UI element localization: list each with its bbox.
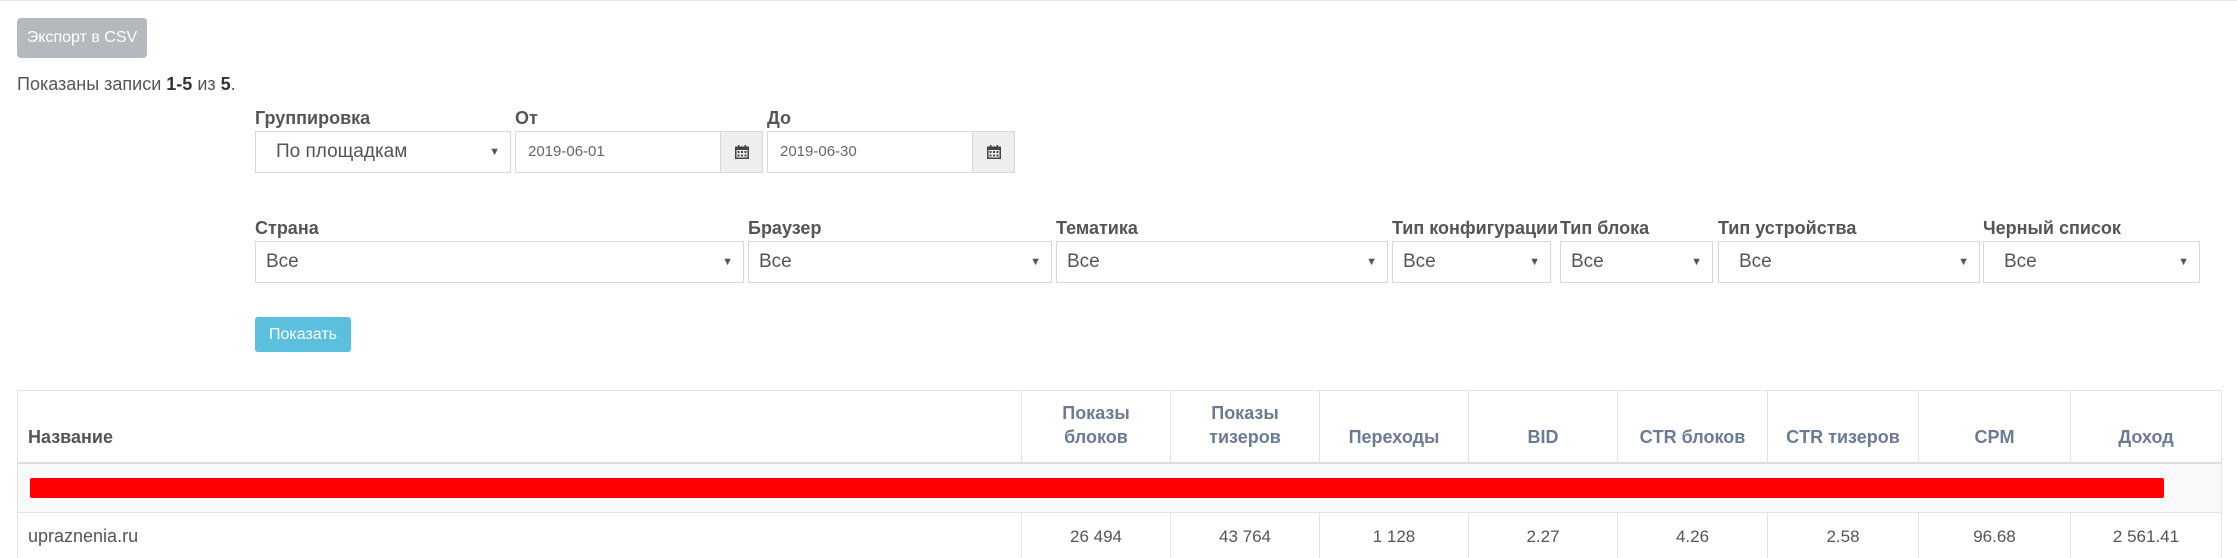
redaction-bar <box>30 477 2164 498</box>
topic-label: Тематика <box>1056 218 1138 238</box>
browser-select[interactable]: Все ▼ <box>748 241 1052 283</box>
report-table: Название Показы блоков Показы тизеров Пере… <box>17 390 2222 558</box>
country-value: Все <box>266 251 299 272</box>
summary-middle: из <box>192 74 221 94</box>
records-summary: Показаны записи 1-5 из 5. <box>17 74 236 95</box>
caret-down-icon: ▼ <box>722 256 733 268</box>
summary-prefix: Показаны записи <box>17 74 167 94</box>
cell-clicks: 1 128 <box>1319 512 1469 558</box>
config-type-label: Тип конфигурации <box>1392 218 1559 238</box>
config-type-value: Все <box>1403 251 1436 272</box>
cell-cpm: 96.68 <box>1918 512 2071 558</box>
show-button[interactable]: Показать <box>255 317 351 352</box>
caret-down-icon: ▼ <box>1366 256 1377 268</box>
calendar-icon[interactable] <box>972 132 1014 172</box>
date-from-field[interactable]: 2019-06-01 <box>515 131 763 173</box>
device-type-select[interactable]: Все ▼ <box>1718 241 1980 283</box>
device-type-value: Все <box>1739 251 1772 272</box>
table-row: upraznenia.ru 26 494 43 764 1 128 2.27 4… <box>17 512 2222 558</box>
grouping-select[interactable]: По площадкам ▼ <box>255 131 511 173</box>
date-to-label: До <box>767 108 792 128</box>
caret-down-icon: ▼ <box>1529 256 1540 268</box>
topic-value: Все <box>1067 251 1100 272</box>
column-header-teaser-impressions[interactable]: Показы тизеров <box>1170 390 1320 464</box>
column-header-block-impressions[interactable]: Показы блоков <box>1021 390 1171 464</box>
block-type-value: Все <box>1571 251 1604 272</box>
date-to-field[interactable]: 2019-06-30 <box>767 131 1015 173</box>
blacklist-value: Все <box>2004 251 2037 272</box>
caret-down-icon: ▼ <box>1691 256 1702 268</box>
topic-select[interactable]: Все ▼ <box>1056 241 1388 283</box>
redacted-row <box>17 462 2222 513</box>
caret-down-icon: ▼ <box>489 146 500 158</box>
browser-label: Браузер <box>748 218 822 238</box>
country-select[interactable]: Все ▼ <box>255 241 744 283</box>
grouping-value: По площадкам <box>276 141 408 162</box>
block-type-select[interactable]: Все ▼ <box>1560 241 1713 283</box>
blacklist-select[interactable]: Все ▼ <box>1983 241 2200 283</box>
column-header-income[interactable]: Доход <box>2070 390 2222 464</box>
blacklist-label: Черный список <box>1983 218 2121 238</box>
cell-ctr-teasers: 2.58 <box>1767 512 1919 558</box>
cell-bid: 2.27 <box>1468 512 1618 558</box>
table-header-row: Название Показы блоков Показы тизеров Пере… <box>17 390 2222 464</box>
cell-block-impressions: 26 494 <box>1021 512 1171 558</box>
calendar-icon[interactable] <box>720 132 762 172</box>
cell-name: upraznenia.ru <box>17 512 1022 558</box>
column-header-name[interactable]: Название <box>17 390 1022 464</box>
date-to-value: 2019-06-30 <box>780 143 857 160</box>
column-header-cpm[interactable]: CPM <box>1918 390 2071 464</box>
summary-total: 5 <box>220 74 231 94</box>
column-header-bid[interactable]: BID <box>1468 390 1618 464</box>
grouping-label: Группировка <box>255 108 371 128</box>
date-from-label: От <box>515 108 538 128</box>
top-divider <box>0 0 2237 1</box>
caret-down-icon: ▼ <box>2178 256 2189 268</box>
cell-ctr-blocks: 4.26 <box>1617 512 1768 558</box>
block-type-label: Тип блока <box>1560 218 1650 238</box>
browser-value: Все <box>759 251 792 272</box>
date-from-value: 2019-06-01 <box>528 143 605 160</box>
column-header-clicks[interactable]: Переходы <box>1319 390 1469 464</box>
redacted-cell <box>17 462 2222 513</box>
config-type-select[interactable]: Все ▼ <box>1392 241 1551 283</box>
cell-income: 2 561.41 <box>2070 512 2222 558</box>
device-type-label: Тип устройства <box>1718 218 1857 238</box>
cell-teaser-impressions: 43 764 <box>1170 512 1320 558</box>
caret-down-icon: ▼ <box>1958 256 1969 268</box>
caret-down-icon: ▼ <box>1030 256 1041 268</box>
summary-range: 1-5 <box>166 74 193 94</box>
summary-suffix: . <box>230 74 236 94</box>
country-label: Страна <box>255 218 319 238</box>
column-header-ctr-blocks[interactable]: CTR блоков <box>1617 390 1768 464</box>
column-header-ctr-teasers[interactable]: CTR тизеров <box>1767 390 1919 464</box>
export-csv-button[interactable]: Экспорт в CSV <box>17 18 147 58</box>
